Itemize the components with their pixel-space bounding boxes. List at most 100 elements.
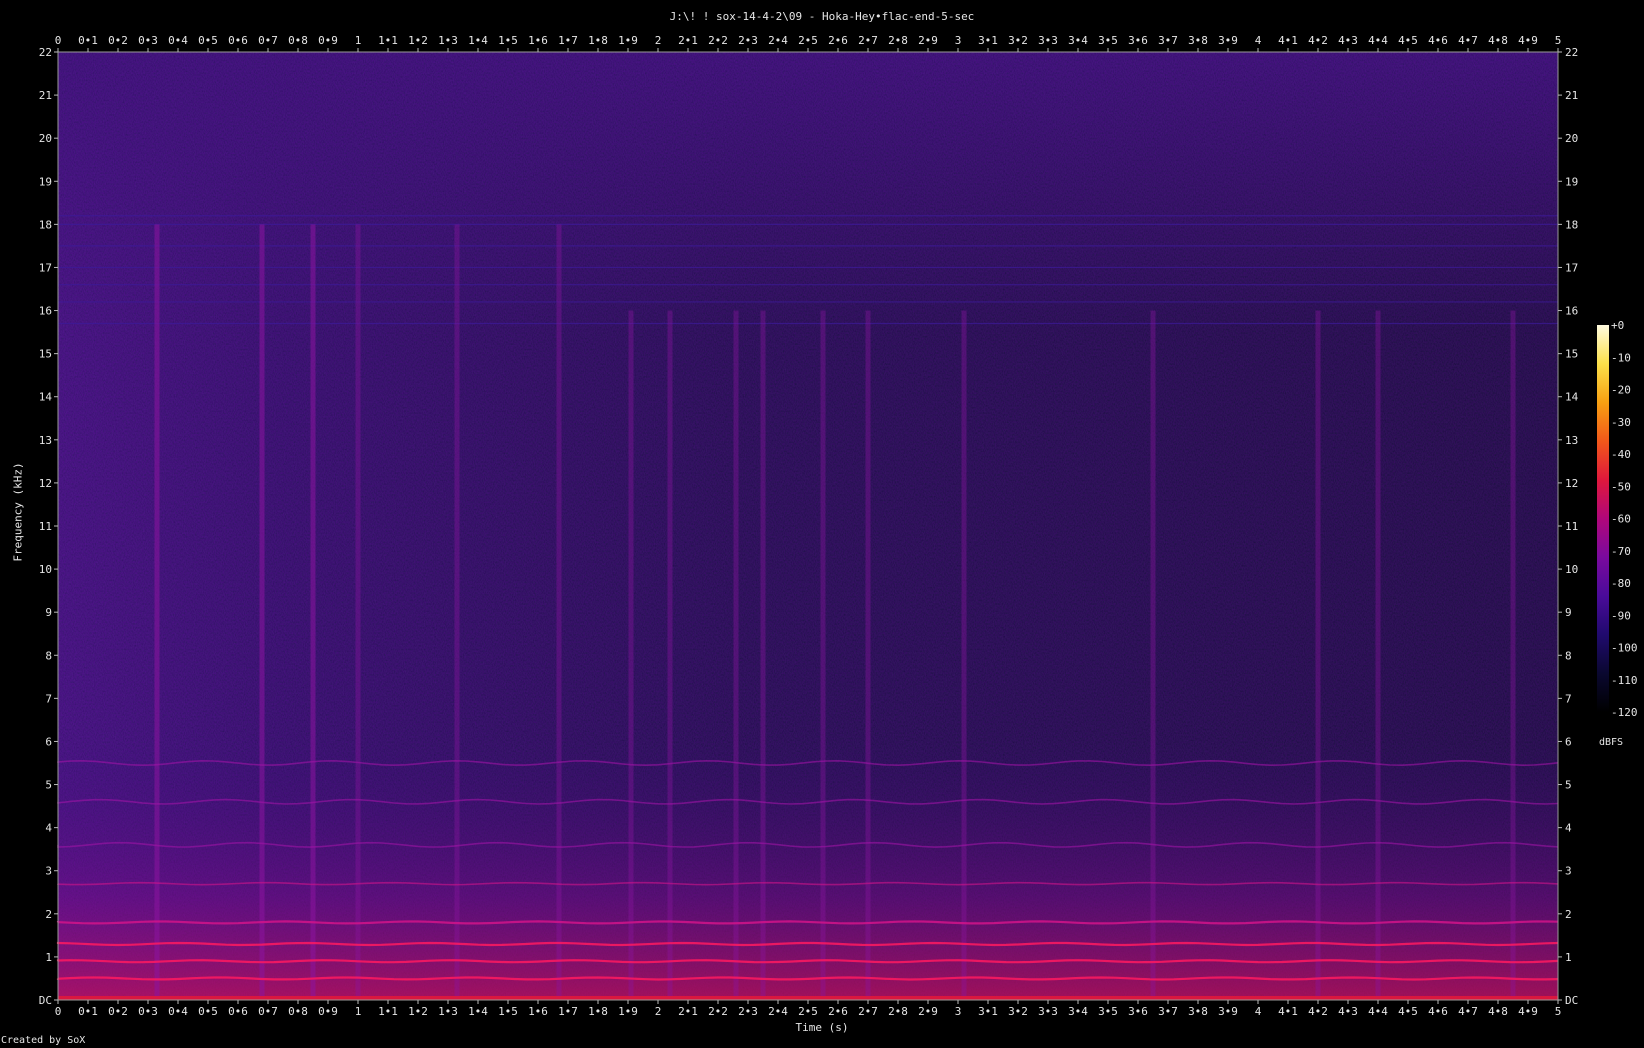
y-tick-label-left: 3 xyxy=(45,865,52,878)
y-tick-label-left: 17 xyxy=(39,261,52,274)
y-tick-label-left: 12 xyxy=(39,477,52,490)
x-tick-label-top: 1•8 xyxy=(588,34,608,47)
y-tick-label-right: 5 xyxy=(1565,779,1572,792)
x-tick-label-bottom: 2•6 xyxy=(828,1005,848,1018)
transient-streak xyxy=(733,310,739,1001)
y-tick-label-right: 4 xyxy=(1565,822,1572,835)
x-tick-label-bottom: 1•8 xyxy=(588,1005,608,1018)
y-tick-label-right: 22 xyxy=(1565,46,1578,59)
x-tick-label-bottom: 2•4 xyxy=(768,1005,788,1018)
y-tick-label-left: 21 xyxy=(39,89,52,102)
x-tick-label-top: 1 xyxy=(355,34,362,47)
x-tick-label-bottom: 1•4 xyxy=(468,1005,488,1018)
y-tick-label-right: 3 xyxy=(1565,865,1572,878)
x-tick-label-top: 4•7 xyxy=(1458,34,1478,47)
x-tick-label-top: 3•9 xyxy=(1218,34,1238,47)
x-tick-label-bottom: 5 xyxy=(1555,1005,1562,1018)
x-tick-label-bottom: 4•3 xyxy=(1338,1005,1358,1018)
transient-streak xyxy=(667,310,673,1001)
y-tick-label-left: 4 xyxy=(45,822,52,835)
colorbar: +0 -10 -20 -30 -40 -50 -60 -70 -80 -90 -100 -110 -12… xyxy=(1597,319,1638,719)
x-tick-label-top: 1•1 xyxy=(378,34,398,47)
x-tick-label-bottom: 3•8 xyxy=(1188,1005,1208,1018)
x-axis-label: Time (s) xyxy=(795,1021,849,1034)
y-tick-label-left: 16 xyxy=(39,305,52,318)
y-tick-label-left: 20 xyxy=(39,132,52,145)
x-tick-label-top: 1•2 xyxy=(408,34,428,47)
x-tick-label-top: 2•8 xyxy=(888,34,908,47)
x-tick-label-bottom: 0•9 xyxy=(318,1005,338,1018)
y-tick-label-left: 8 xyxy=(45,649,52,662)
x-tick-label-bottom: 3•1 xyxy=(978,1005,998,1018)
x-tick-label-bottom: 0•4 xyxy=(168,1005,188,1018)
y-axis-label: Frequency (kHz) xyxy=(11,462,25,562)
x-tick-label-top: 0•4 xyxy=(168,34,188,47)
y-tick-label-right: 10 xyxy=(1565,563,1578,576)
transient-streak xyxy=(259,224,265,1000)
x-tick-label-bottom: 1•1 xyxy=(378,1005,398,1018)
y-tick-label-right: 17 xyxy=(1565,261,1578,274)
y-tick-label-right: 1 xyxy=(1565,951,1572,964)
x-tick-label-bottom: 1•7 xyxy=(558,1005,578,1018)
x-tick-label-top: 0•2 xyxy=(108,34,128,47)
x-tick-label-top: 3•4 xyxy=(1068,34,1088,47)
transient-streak xyxy=(1150,310,1156,1001)
x-tick-label-top: 0•1 xyxy=(78,34,98,47)
x-tick-label-top: 0•7 xyxy=(258,34,278,47)
x-tick-label-top: 2•4 xyxy=(768,34,788,47)
y-tick-label-right: 8 xyxy=(1565,649,1572,662)
x-tick-label-top: 1•7 xyxy=(558,34,578,47)
colorbar-tick-label: -70 xyxy=(1611,545,1631,558)
x-tick-label-top: 3 xyxy=(955,34,962,47)
x-tick-label-top: 0•5 xyxy=(198,34,218,47)
y-tick-label-left: 1 xyxy=(45,951,52,964)
x-tick-label-top: 2•1 xyxy=(678,34,698,47)
x-tick-label-top: 0•3 xyxy=(138,34,158,47)
spectrogram-frame: J:\! ! sox-14-4-2\09 - Hoka-Hey•flac-end… xyxy=(0,0,1644,1048)
x-tick-label-bottom: 4•8 xyxy=(1488,1005,1508,1018)
colorbar-tick-label: -60 xyxy=(1611,513,1631,526)
x-tick-label-bottom: 3•7 xyxy=(1158,1005,1178,1018)
y-tick-label-right: 7 xyxy=(1565,692,1572,705)
x-tick-label-top: 1•4 xyxy=(468,34,488,47)
spectrogram-chart: 0 0 0•1 0•1 0•2 0•2 0•3 0•3 0•4 0•4 0•5 0•5 0•6 0•6 0•… xyxy=(39,34,1638,1018)
x-tick-label-top: 0•6 xyxy=(228,34,248,47)
x-tick-label-top: 1•6 xyxy=(528,34,548,47)
x-tick-label-top: 1•5 xyxy=(498,34,518,47)
x-tick-label-bottom: 4•1 xyxy=(1278,1005,1298,1018)
x-tick-label-bottom: 0•6 xyxy=(228,1005,248,1018)
transient-streak xyxy=(820,310,826,1001)
x-tick-label-bottom: 3•4 xyxy=(1068,1005,1088,1018)
y-tick-label-left: 10 xyxy=(39,563,52,576)
x-tick-label-top: 4•5 xyxy=(1398,34,1418,47)
x-tick-label-bottom: 1 xyxy=(355,1005,362,1018)
x-tick-label-bottom: 4•5 xyxy=(1398,1005,1418,1018)
x-tick-label-bottom: 2•2 xyxy=(708,1005,728,1018)
x-tick-label-bottom: 2•7 xyxy=(858,1005,878,1018)
x-tick-label-bottom: 0•5 xyxy=(198,1005,218,1018)
y-tick-label-right: 20 xyxy=(1565,132,1578,145)
x-tick-label-bottom: 1•2 xyxy=(408,1005,428,1018)
transient-streak xyxy=(1315,310,1321,1001)
x-tick-label-bottom: 0•1 xyxy=(78,1005,98,1018)
x-tick-label-bottom: 3•2 xyxy=(1008,1005,1028,1018)
x-tick-label-bottom: 3•6 xyxy=(1128,1005,1148,1018)
colorbar-tick-label: -80 xyxy=(1611,577,1631,590)
x-tick-label-top: 0 xyxy=(55,34,62,47)
x-tick-label-bottom: 2•1 xyxy=(678,1005,698,1018)
x-tick-label-top: 3•5 xyxy=(1098,34,1118,47)
x-tick-label-bottom: 1•6 xyxy=(528,1005,548,1018)
colorbar-tick-label: -100 xyxy=(1611,642,1638,655)
x-tick-label-top: 1•3 xyxy=(438,34,458,47)
y-tick-label-left: 22 xyxy=(39,46,52,59)
x-tick-label-bottom: 4•2 xyxy=(1308,1005,1328,1018)
x-tick-label-top: 4•3 xyxy=(1338,34,1358,47)
y-tick-label-left: 19 xyxy=(39,175,52,188)
transient-streak xyxy=(628,310,634,1001)
x-tick-label-top: 3•1 xyxy=(978,34,998,47)
y-tick-label-right: 9 xyxy=(1565,606,1572,619)
x-tick-label-bottom: 1•3 xyxy=(438,1005,458,1018)
x-tick-label-bottom: 2•3 xyxy=(738,1005,758,1018)
x-tick-label-bottom: 0•3 xyxy=(138,1005,158,1018)
transient-streak xyxy=(454,224,460,1000)
